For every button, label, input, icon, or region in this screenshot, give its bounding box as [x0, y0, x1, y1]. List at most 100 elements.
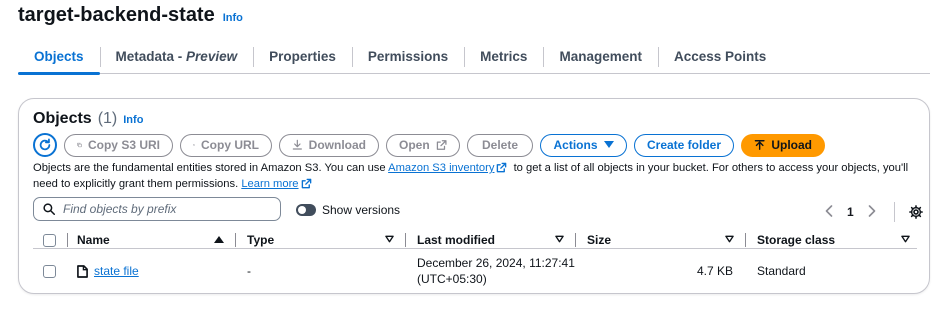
tab-metadata-preview: Preview	[186, 49, 238, 64]
column-header-last-modified[interactable]: Last modified	[417, 231, 495, 249]
column-name-label: Name	[77, 233, 110, 247]
column-header-type[interactable]: Type	[247, 231, 274, 249]
external-link-icon	[436, 140, 447, 150]
column-divider	[575, 233, 576, 247]
upload-button[interactable]: Upload	[741, 133, 825, 157]
object-size-cell: 4.7 KB	[587, 251, 733, 291]
object-search-field[interactable]	[33, 197, 281, 221]
object-size: 4.7 KB	[696, 264, 733, 278]
tab-permissions-label: Permissions	[367, 49, 449, 64]
object-last-modified-cell: December 26, 2024, 11:27:41 (UTC+05:30)	[417, 251, 575, 291]
tab-metadata-label: Metadata -	[115, 49, 187, 64]
tab-objects[interactable]: Objects	[18, 40, 100, 75]
external-link-icon	[497, 162, 507, 173]
objects-panel-header: Objects (1) Info	[33, 110, 143, 128]
copy-icon	[193, 144, 195, 146]
objects-info-link[interactable]: Info	[123, 114, 143, 126]
row-select-cell	[43, 251, 56, 291]
column-storage-class-label: Storage class	[757, 233, 836, 247]
tab-access-points-label: Access Points	[673, 49, 767, 64]
sort-icon[interactable]	[385, 235, 394, 243]
bucket-tabs: Objects Metadata - Preview Properties Pe…	[18, 40, 930, 75]
tab-objects-label: Objects	[34, 49, 84, 64]
upload-label: Upload	[771, 138, 812, 152]
show-versions: Show versions	[296, 203, 400, 217]
actions-label: Actions	[553, 138, 598, 152]
objects-panel-title: Objects	[33, 110, 92, 127]
tab-management[interactable]: Management	[543, 40, 658, 73]
tab-metrics[interactable]: Metrics	[464, 40, 543, 73]
column-divider	[745, 233, 746, 247]
tab-permissions[interactable]: Permissions	[351, 40, 464, 73]
actions-dropdown[interactable]: Actions	[540, 133, 627, 157]
table-row[interactable]: state file - December 26, 2024, 11:27:41…	[33, 251, 917, 291]
refresh-button[interactable]	[33, 133, 57, 157]
objects-count: (1)	[97, 110, 118, 127]
object-name-link[interactable]: state file	[94, 264, 139, 278]
objects-table-header: Name Type Last modified Size Storage cla…	[33, 231, 917, 249]
external-link-icon	[301, 178, 311, 188]
current-page-number[interactable]: 1	[847, 205, 854, 219]
object-type: -	[247, 264, 251, 278]
learn-more-link[interactable]: Learn more	[241, 178, 298, 190]
delete-button[interactable]: Delete	[467, 133, 533, 157]
tab-metadata[interactable]: Metadata - Preview	[99, 40, 254, 73]
tab-access-points[interactable]: Access Points	[657, 40, 782, 73]
tab-properties[interactable]: Properties	[253, 40, 352, 73]
copy-s3-uri-label: Copy S3 URI	[87, 138, 160, 152]
objects-toolbar: Copy S3 URI Copy URL Download Open Delet…	[33, 133, 825, 157]
column-divider	[405, 233, 406, 247]
select-all-cell	[43, 231, 56, 249]
upload-arrow-icon	[754, 140, 765, 150]
s3-bucket-page: target-backend-state Info Objects Metada…	[0, 0, 940, 312]
download-icon	[292, 139, 302, 150]
tab-properties-label: Properties	[269, 49, 336, 64]
pagination: 1	[825, 202, 923, 222]
object-last-modified-timezone: (UTC+05:30)	[417, 272, 487, 286]
row-checkbox[interactable]	[43, 264, 56, 278]
search-icon	[43, 203, 55, 215]
object-last-modified-date: December 26, 2024, 11:27:41	[417, 256, 575, 270]
create-folder-label: Create folder	[646, 138, 722, 152]
sort-icon[interactable]	[725, 235, 734, 243]
objects-description: Objects are the fundamental entities sto…	[33, 161, 913, 192]
delete-label: Delete	[481, 138, 519, 152]
select-all-checkbox[interactable]	[43, 233, 56, 247]
pagination-divider	[893, 202, 895, 222]
s3-inventory-link[interactable]: Amazon S3 inventory	[388, 162, 494, 174]
show-versions-toggle[interactable]	[296, 204, 316, 216]
bucket-info-link[interactable]: Info	[223, 12, 243, 24]
tab-management-label: Management	[559, 49, 642, 64]
next-page-icon[interactable]	[868, 204, 876, 220]
preferences-gear-icon[interactable]	[908, 205, 923, 219]
column-divider	[67, 233, 68, 247]
sort-ascending-icon[interactable]	[214, 235, 224, 243]
bucket-name: target-backend-state	[18, 4, 215, 26]
sort-icon[interactable]	[901, 235, 910, 243]
refresh-icon	[39, 138, 51, 151]
column-header-size[interactable]: Size	[587, 231, 611, 249]
caret-down-icon	[603, 141, 614, 148]
previous-page-icon[interactable]	[825, 204, 833, 220]
tab-metrics-label: Metrics	[480, 49, 528, 64]
column-divider	[235, 233, 236, 247]
column-size-label: Size	[587, 233, 612, 247]
copy-s3-uri-button[interactable]: Copy S3 URI	[64, 133, 173, 157]
show-versions-label: Show versions	[322, 203, 401, 217]
description-text-1: Objects are the fundamental entities sto…	[33, 162, 389, 174]
column-last-modified-label: Last modified	[417, 233, 496, 247]
object-type-cell: -	[247, 251, 251, 291]
column-header-storage-class[interactable]: Storage class	[757, 231, 835, 249]
object-name-cell: state file	[77, 251, 139, 291]
open-button[interactable]: Open	[386, 133, 460, 157]
copy-url-button[interactable]: Copy URL	[180, 133, 272, 157]
object-search-input[interactable]	[63, 202, 263, 216]
file-icon	[77, 264, 88, 278]
open-label: Open	[399, 138, 430, 152]
object-storage-class: Standard	[757, 264, 806, 278]
create-folder-button[interactable]: Create folder	[634, 133, 734, 157]
sort-icon[interactable]	[555, 235, 564, 243]
download-button[interactable]: Download	[279, 133, 379, 157]
object-storage-class-cell: Standard	[757, 251, 806, 291]
column-header-name[interactable]: Name	[77, 231, 110, 249]
